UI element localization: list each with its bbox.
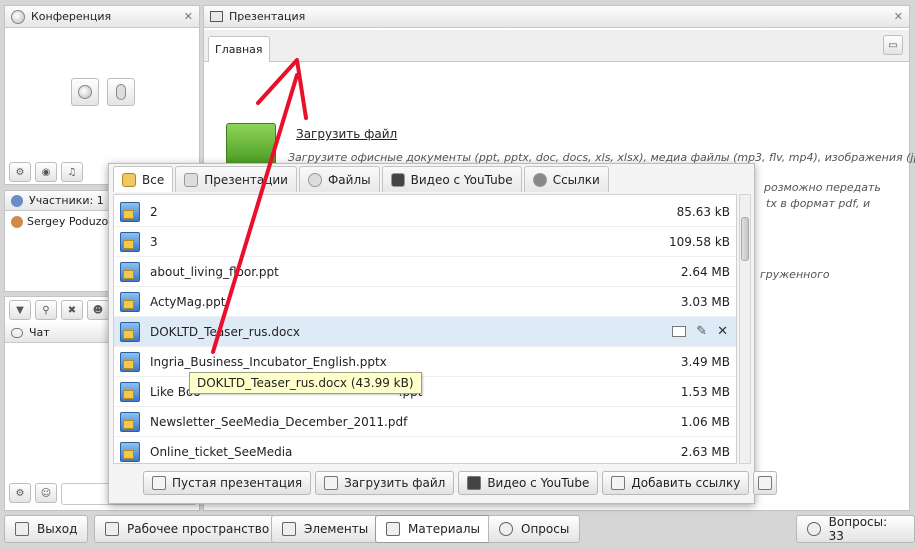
materials-label: Материалы <box>408 522 480 536</box>
exit-icon <box>15 522 29 536</box>
questions-button[interactable]: Вопросы: 33 <box>796 515 915 543</box>
polls-button[interactable]: Опросы <box>488 515 581 543</box>
elements-label: Элементы <box>304 522 369 536</box>
exit-button[interactable]: Выход <box>4 515 89 543</box>
annotation-arrow-head <box>256 58 308 120</box>
elements-button[interactable]: Элементы <box>271 515 380 543</box>
questions-icon <box>807 522 821 536</box>
materials-icon <box>386 522 400 536</box>
elements-icon <box>282 522 296 536</box>
annotation-arrow-line <box>211 73 299 354</box>
materials-button[interactable]: Материалы <box>375 515 491 543</box>
questions-label: Вопросы: 33 <box>828 515 888 543</box>
annotation-arrow <box>211 58 308 354</box>
workspace-label: Рабочее пространство <box>127 522 270 536</box>
workspace-icon <box>105 522 119 536</box>
polls-label: Опросы <box>521 522 570 536</box>
polls-icon <box>499 522 513 536</box>
workspace-button[interactable]: Рабочее пространство <box>94 515 281 543</box>
exit-label: Выход <box>37 522 78 536</box>
